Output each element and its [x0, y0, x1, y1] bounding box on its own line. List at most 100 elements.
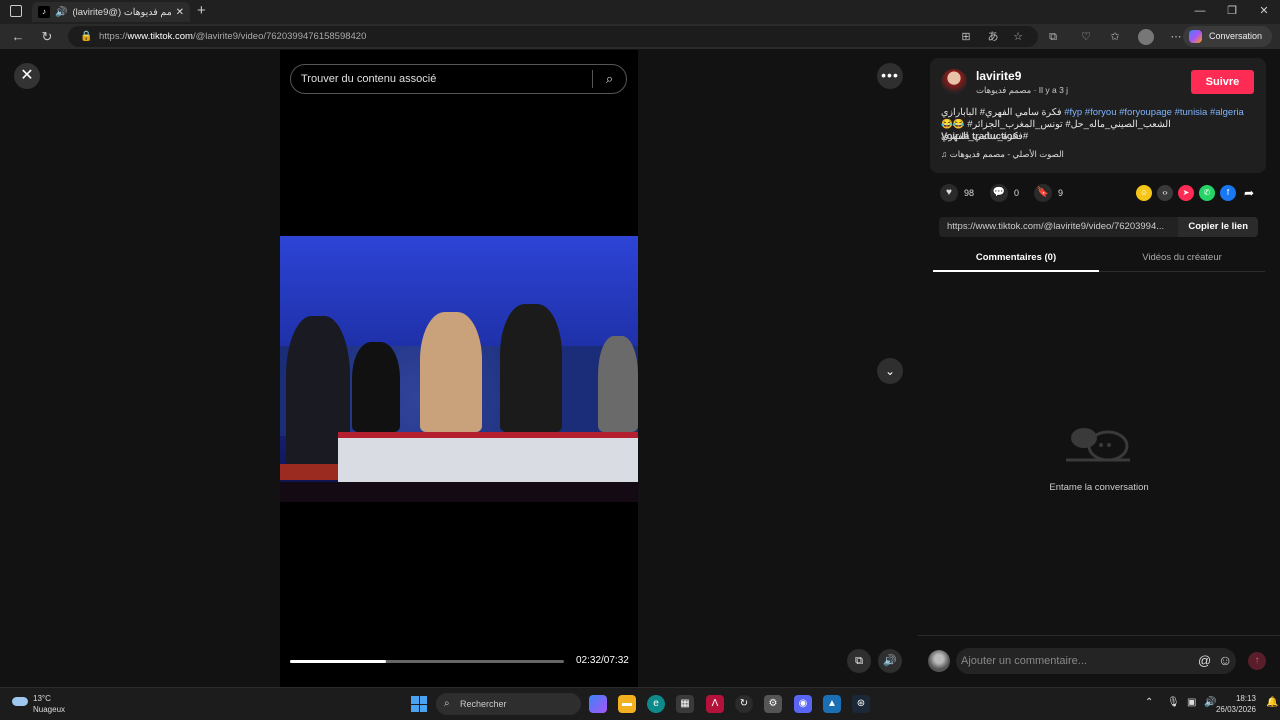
app-available-icon[interactable]: ⊞	[958, 29, 974, 45]
description-text: فكرة سامي الفهري# البابارازي	[941, 107, 1062, 118]
music-label: الصوت الأصلي - مصمم فديوهات	[949, 149, 1064, 159]
tab-actions-icon[interactable]	[10, 5, 22, 17]
refresh-icon[interactable]: ↻	[38, 28, 56, 46]
facebook-icon[interactable]: f	[1220, 185, 1236, 201]
start-button[interactable]	[411, 696, 427, 712]
avatar[interactable]	[941, 69, 967, 95]
bookmark-icon: 🔖	[1034, 184, 1052, 202]
share-arrow-icon[interactable]: ➦	[1241, 185, 1257, 201]
username[interactable]: lavirite9	[976, 69, 1021, 83]
speaker-icon[interactable]: 🔊	[1204, 697, 1216, 708]
profile-avatar-icon[interactable]	[1138, 29, 1154, 45]
address-bar-row: ← ↻ 🔒 https://www.tiktok.com/@lavirite9/…	[0, 24, 1280, 50]
file-explorer-icon[interactable]: ▬	[618, 695, 636, 713]
video-player[interactable]: Trouver du contenu associé ⌕ 02:32/07:32	[280, 50, 638, 687]
post-subtitle: مصمم فديوهات · Il y a 3 j	[976, 85, 1069, 95]
post-info-card: lavirite9 مصمم فديوهات · Il y a 3 j Suiv…	[930, 58, 1266, 173]
notification-bell-icon[interactable]: 🔔	[1266, 697, 1278, 708]
restore-icon[interactable]: ❐	[1216, 0, 1248, 24]
lock-icon: 🔒	[80, 31, 93, 42]
video-progress-fill	[290, 660, 386, 663]
favorites-icon[interactable]: ✩	[1107, 29, 1123, 45]
details-panel: lavirite9 مصمم فديوهات · Il y a 3 j Suiv…	[918, 50, 1280, 687]
comment-icon: 💬	[990, 184, 1008, 202]
settings-more-icon[interactable]: ⋯	[1168, 29, 1184, 45]
photos-icon[interactable]: ▲	[823, 695, 841, 713]
save-count: 9	[1058, 188, 1064, 198]
edge-icon[interactable]: e	[647, 695, 665, 713]
child-figure	[352, 342, 400, 432]
copy-link-button[interactable]: Copier le lien	[1178, 217, 1258, 237]
next-video-button[interactable]: ⌄	[877, 358, 903, 384]
discord-icon[interactable]: ◉	[794, 695, 812, 713]
volume-button[interactable]: 🔊	[878, 649, 902, 673]
translate-icon[interactable]: あ	[985, 29, 1001, 45]
browser-tab[interactable]: ♪ 🔊 (lavirite9@) مصمم فديوهات ✕	[32, 2, 190, 22]
app-red-icon[interactable]: Λ	[706, 695, 724, 713]
favorite-star-icon[interactable]: ☆	[1010, 29, 1026, 45]
music-info[interactable]: ♫ الصوت الأصلي - مصمم فديوهات	[941, 149, 1064, 160]
miniplayer-button[interactable]: ⧉	[847, 649, 871, 673]
close-video-button[interactable]: ✕	[14, 63, 40, 89]
related-search-input[interactable]: Trouver du contenu associé ⌕	[290, 64, 627, 94]
panel-tabs: Commentaires (0) Vidéos du créateur	[933, 246, 1265, 272]
translate-link[interactable]: Voir la traduction	[941, 131, 1018, 142]
comment-count: 0	[1014, 188, 1020, 198]
comment-button[interactable]: 💬 0	[990, 184, 1019, 202]
copilot-button[interactable]: Conversation	[1182, 26, 1272, 47]
studio-floor	[280, 482, 638, 502]
search-icon: ⌕	[444, 698, 450, 709]
microphone-icon[interactable]: 🎙	[1167, 697, 1180, 708]
close-tab-icon[interactable]: ✕	[176, 7, 184, 18]
store-icon[interactable]: ▦	[676, 695, 694, 713]
save-button[interactable]: 🔖 9	[1034, 184, 1063, 202]
back-icon[interactable]: ←	[9, 28, 27, 46]
settings-gear-icon[interactable]: ⚙	[764, 695, 782, 713]
app-circle-icon[interactable]: ↻	[735, 695, 753, 713]
cloud-icon	[12, 697, 28, 706]
hashtags[interactable]: #fyp #foryou #foryoupage #tunisia #alger…	[1064, 107, 1244, 118]
browser-essentials-icon[interactable]: ♡	[1078, 29, 1094, 45]
send-comment-icon[interactable]: ↑	[1248, 652, 1266, 670]
window-close-icon[interactable]: ✕	[1248, 0, 1280, 24]
video-progress-bar[interactable]	[290, 660, 564, 663]
search-placeholder: Trouver du contenu associé	[301, 73, 437, 85]
minimize-icon[interactable]: —	[1184, 0, 1216, 24]
tab-creator-videos[interactable]: Vidéos du créateur	[1099, 252, 1265, 263]
search-icon[interactable]: ⌕	[592, 70, 626, 88]
clock-date: 26/03/2026	[1215, 705, 1256, 714]
taskbar-search[interactable]: ⌕ Rechercher	[436, 693, 581, 715]
follow-button[interactable]: Suivre	[1191, 70, 1254, 94]
new-tab-icon[interactable]: +	[197, 2, 206, 19]
whatsapp-icon[interactable]: ✆	[1199, 185, 1215, 201]
girl-figure	[500, 304, 562, 432]
miniplayer-icon: ⧉	[855, 655, 863, 667]
embed-icon[interactable]: ‹›	[1157, 185, 1173, 201]
like-button[interactable]: ♥ 98	[940, 184, 974, 202]
url-domain: www.tiktok.com	[127, 31, 193, 42]
system-clock[interactable]: 18:13 26/03/2026	[1216, 693, 1256, 715]
copilot-app-icon[interactable]	[589, 695, 607, 713]
weather-widget[interactable]: 13°C Nuageux	[12, 693, 65, 715]
browser-tab-strip: ♪ 🔊 (lavirite9@) مصمم فديوهات ✕ + — ❐ ✕	[0, 0, 1280, 24]
share-link-field[interactable]: https://www.tiktok.com/@lavirite9/video/…	[939, 217, 1258, 237]
extensions-icon[interactable]: ⧉	[1045, 29, 1061, 45]
more-options-button[interactable]: •••	[877, 63, 903, 89]
send-icon[interactable]: ➤	[1178, 185, 1194, 201]
audio-icon[interactable]: 🔊	[55, 7, 67, 18]
tab-comments[interactable]: Commentaires (0)	[933, 252, 1099, 263]
temperature: 13°C	[33, 694, 51, 703]
copilot-label: Conversation	[1208, 31, 1262, 41]
mention-icon[interactable]: @	[1198, 653, 1211, 668]
share-friends-icon[interactable]: ☺	[1136, 185, 1152, 201]
user-avatar[interactable]	[928, 650, 950, 672]
chat-bubbles-icon	[1066, 428, 1130, 462]
steam-icon[interactable]: ⊛	[852, 695, 870, 713]
url-field[interactable]: 🔒 https://www.tiktok.com/@lavirite9/vide…	[68, 26, 1038, 47]
network-icon[interactable]: ▣	[1187, 697, 1196, 708]
comment-input[interactable]: Ajouter un commentaire...	[956, 648, 1236, 674]
music-note-icon: ♫	[941, 149, 948, 159]
chevron-up-icon[interactable]: ⌃	[1145, 697, 1153, 708]
comment-composer: Ajouter un commentaire... @ ☺ ↑	[918, 635, 1280, 687]
emoji-icon[interactable]: ☺	[1218, 652, 1232, 668]
